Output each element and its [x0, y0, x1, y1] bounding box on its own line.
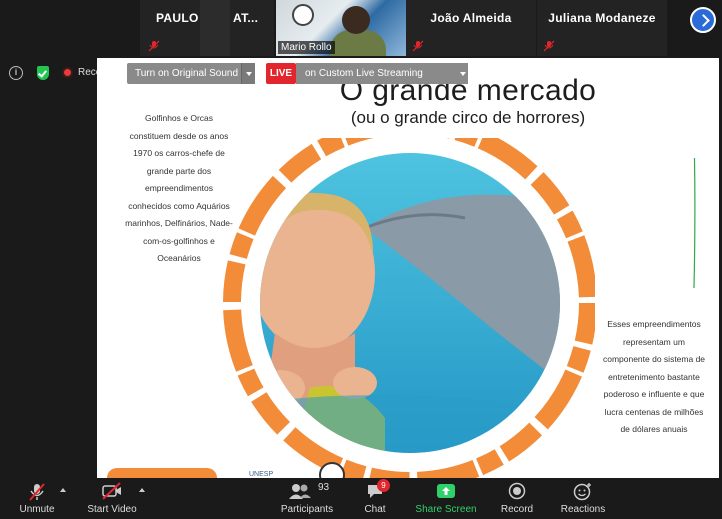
participant-name: Juliana Modaneze	[548, 11, 656, 25]
chevron-down-icon	[246, 72, 252, 76]
info-icon[interactable]: i	[9, 66, 23, 80]
slide-right-text: Esses empreendimentos representam um com…	[602, 319, 706, 434]
participants-label: Participants	[280, 504, 334, 515]
start-video-button[interactable]: Start Video	[84, 478, 140, 519]
mic-muted-icon	[412, 40, 424, 52]
participant-tile[interactable]: João Almeida	[406, 0, 536, 56]
participants-button[interactable]: 93 Participants	[278, 478, 336, 519]
original-sound-button[interactable]: Turn on Original Sound	[127, 63, 247, 84]
unmute-button[interactable]: Unmute	[12, 478, 62, 519]
unesp-logo: UNESP	[249, 471, 274, 478]
mic-muted-icon	[29, 483, 45, 501]
speaker-head	[342, 6, 370, 34]
zoom-window: PAULO AT... Mario Rollo João Almeida Jul…	[0, 0, 722, 519]
video-options-caret[interactable]	[139, 488, 145, 492]
shield-icon[interactable]	[37, 66, 49, 80]
participants-icon	[289, 484, 311, 499]
audio-options-caret[interactable]	[60, 488, 66, 492]
live-stream-status[interactable]: on Custom Live Streaming Service	[296, 63, 458, 100]
share-screen-icon	[437, 484, 455, 498]
dolphin-photo	[223, 138, 595, 478]
sound-options-dropdown[interactable]	[241, 63, 255, 84]
record-icon	[62, 67, 73, 78]
chat-button[interactable]: 9 Chat	[355, 478, 395, 519]
mic-muted-icon	[284, 40, 296, 52]
next-page-button[interactable]	[690, 7, 716, 33]
meeting-toolbar: Unmute Start Video 93 Participants 9 Cha…	[0, 478, 722, 519]
start-video-label: Start Video	[87, 504, 137, 515]
participant-tile[interactable]: Juliana Modaneze	[537, 0, 667, 56]
chat-label: Chat	[364, 504, 386, 515]
speaker-body	[330, 30, 386, 56]
share-screen-label: Share Screen	[415, 504, 477, 515]
participant-tile[interactable]: AT...	[230, 0, 274, 56]
reactions-button[interactable]: Reactions	[558, 478, 608, 519]
unmute-label: Unmute	[19, 504, 55, 515]
stream-options-dropdown[interactable]	[458, 63, 468, 84]
slide-button-shape	[107, 468, 217, 478]
chevron-down-icon	[460, 72, 466, 76]
record-icon	[508, 482, 526, 500]
chat-badge: 9	[377, 479, 390, 492]
annotation-mark	[693, 158, 696, 288]
participant-avatar-placeholder	[200, 0, 230, 56]
video-off-icon	[102, 482, 121, 500]
participant-name: João Almeida	[430, 11, 512, 25]
participants-count: 93	[318, 482, 330, 493]
shared-screen: O grande mercado (ou o grande circo de h…	[97, 58, 719, 478]
mic-muted-icon	[148, 40, 160, 52]
participant-strip: PAULO AT... Mario Rollo João Almeida Jul…	[0, 0, 722, 56]
live-badge[interactable]: LIVE	[266, 63, 296, 84]
reactions-label: Reactions	[560, 504, 606, 515]
reactions-icon	[573, 483, 591, 501]
participant-name: AT...	[233, 11, 259, 25]
logo-icon	[292, 4, 314, 26]
record-button[interactable]: Record	[497, 478, 537, 519]
record-label: Record	[500, 504, 534, 515]
mic-muted-icon	[543, 40, 555, 52]
share-screen-button[interactable]: Share Screen	[414, 478, 478, 519]
